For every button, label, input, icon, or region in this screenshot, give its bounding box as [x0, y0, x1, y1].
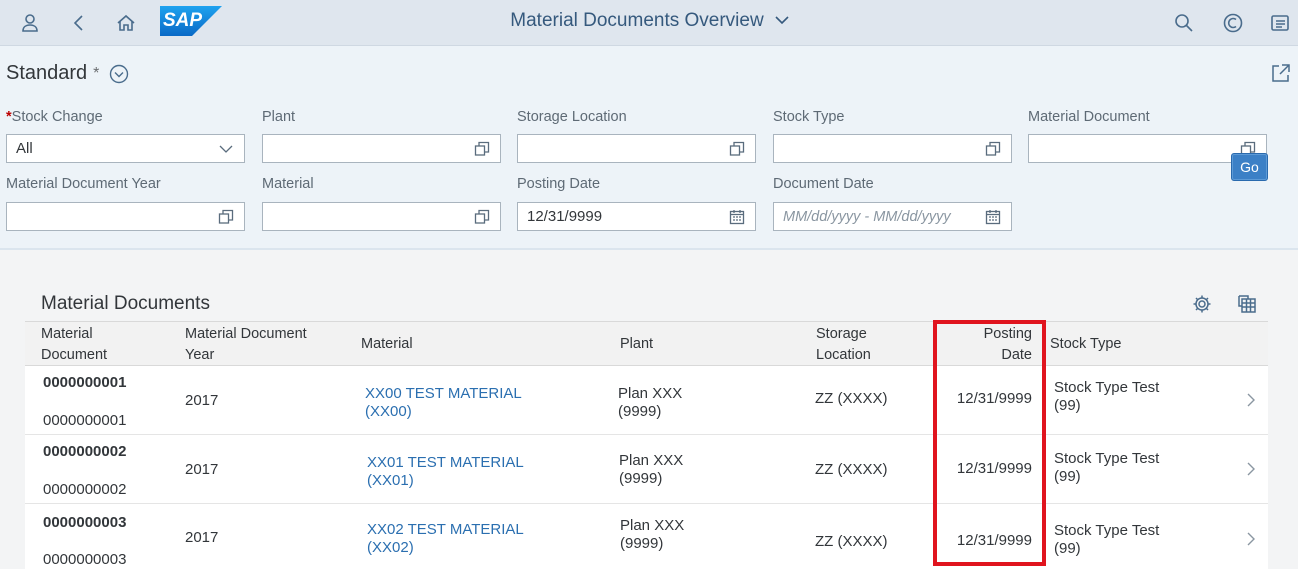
storage-location-cell: ZZ (XXXX) [815, 533, 888, 550]
document-year: 2017 [185, 461, 219, 478]
table-title: Material Documents [41, 293, 210, 314]
table-row[interactable]: 0000000002 0000000002 2017 XX01 TEST MAT… [25, 435, 1268, 504]
share-icon[interactable] [1270, 62, 1292, 84]
material-document-year-label: Material Document Year [6, 176, 161, 192]
search-icon[interactable] [1169, 8, 1199, 38]
material-link[interactable]: XX01 TEST MATERIAL (XX01) [367, 454, 524, 490]
home-icon[interactable] [111, 8, 141, 38]
storage-location-label: Storage Location [517, 109, 627, 125]
notifications-icon[interactable] [1265, 8, 1295, 38]
export-icon[interactable] [1236, 293, 1258, 315]
variant-dirty-marker: * [93, 64, 100, 82]
value-help-icon[interactable] [984, 140, 1002, 158]
value-help-icon[interactable] [473, 208, 491, 226]
posting-date-label: Posting Date [517, 176, 601, 192]
material-label: Material [262, 176, 314, 192]
stock-change-value: All [16, 140, 33, 157]
stock-type-cell: Stock Type Test (99) [1054, 379, 1160, 414]
material-document-number: 0000000003 [43, 514, 127, 531]
stock-type-input[interactable] [773, 134, 1012, 163]
table-row[interactable]: 0000000001 0000000001 2017 XX00 TEST MAT… [25, 366, 1268, 435]
stock-change-select[interactable]: All [6, 134, 245, 163]
variant-name: Standard [6, 62, 88, 84]
posting-date-value: 12/31/9999 [527, 208, 603, 225]
stock-type-label: Stock Type [773, 109, 845, 125]
material-document-label: Material Document [1028, 109, 1150, 125]
shell-bar: SAP Material Documents Overview [0, 0, 1298, 46]
sap-logo-text: SAP [163, 10, 203, 31]
column-plant[interactable]: Plant [620, 334, 653, 355]
stock-type-cell: Stock Type Test (99) [1054, 450, 1160, 485]
chevron-right-icon[interactable] [1245, 532, 1257, 546]
document-date-placeholder: MM/dd/yyyy - MM/dd/yyyy [783, 208, 951, 225]
material-document-subtitle: 0000000001 [43, 412, 127, 429]
column-material-document-year[interactable]: Material Document Year [185, 324, 307, 366]
back-icon[interactable] [64, 8, 94, 38]
posting-date-input[interactable]: 12/31/9999 [517, 202, 756, 231]
value-help-icon[interactable] [217, 208, 235, 226]
material-document-number: 0000000002 [43, 443, 127, 460]
column-posting-date[interactable]: Posting Date [940, 324, 1032, 366]
app-title-menu[interactable]: Material Documents Overview [470, 0, 830, 42]
plant-label: Plant [262, 109, 296, 125]
material-document-number: 0000000001 [43, 374, 127, 391]
material-document-subtitle: 0000000003 [43, 551, 127, 568]
chevron-right-icon[interactable] [1245, 393, 1257, 407]
app-title: Material Documents Overview [510, 10, 764, 31]
chevron-down-icon [774, 10, 790, 32]
user-icon[interactable] [15, 8, 45, 38]
table-row[interactable]: 0000000003 0000000003 2017 XX02 TEST MAT… [25, 504, 1268, 569]
plant-cell: Plan XXX (9999) [620, 517, 685, 552]
plant-cell: Plan XXX (9999) [618, 385, 683, 420]
plant-input[interactable] [262, 134, 501, 163]
column-material-document[interactable]: Material Document [41, 324, 107, 366]
calendar-icon[interactable] [984, 208, 1002, 226]
document-date-input[interactable]: MM/dd/yyyy - MM/dd/yyyy [773, 202, 1012, 231]
variant-dropdown-icon[interactable] [109, 64, 129, 84]
plant-cell: Plan XXX (9999) [619, 452, 684, 487]
material-link[interactable]: XX02 TEST MATERIAL (XX02) [367, 521, 524, 557]
posting-date-cell: 12/31/9999 [956, 460, 1032, 477]
column-storage-location[interactable]: Storage Location [816, 324, 871, 366]
go-button[interactable]: Go [1231, 153, 1268, 181]
material-input[interactable] [262, 202, 501, 231]
posting-date-cell: 12/31/9999 [956, 390, 1032, 407]
posting-date-cell: 12/31/9999 [956, 532, 1032, 549]
stock-change-label: *Stock Change [6, 109, 103, 125]
document-year: 2017 [185, 392, 219, 409]
document-year: 2017 [185, 529, 219, 546]
copilot-icon[interactable] [1218, 8, 1248, 38]
document-date-label: Document Date [773, 176, 874, 192]
storage-location-input[interactable] [517, 134, 756, 163]
material-link[interactable]: XX00 TEST MATERIAL (XX00) [365, 385, 522, 421]
material-document-year-input[interactable] [6, 202, 245, 231]
calendar-icon[interactable] [728, 208, 746, 226]
value-help-icon[interactable] [473, 140, 491, 158]
stock-type-cell: Stock Type Test (99) [1054, 522, 1160, 557]
sap-logo[interactable]: SAP [160, 6, 222, 36]
column-material[interactable]: Material [361, 334, 413, 355]
column-stock-type[interactable]: Stock Type [1050, 334, 1121, 355]
table-header: Material Document Material Document Year… [25, 321, 1268, 366]
chevron-right-icon[interactable] [1245, 462, 1257, 476]
storage-location-cell: ZZ (XXXX) [815, 390, 888, 407]
material-document-subtitle: 0000000002 [43, 481, 127, 498]
chevron-down-icon[interactable] [217, 140, 235, 158]
variant-management[interactable]: Standard * [6, 62, 129, 85]
value-help-icon[interactable] [728, 140, 746, 158]
storage-location-cell: ZZ (XXXX) [815, 461, 888, 478]
settings-icon[interactable] [1192, 294, 1214, 316]
